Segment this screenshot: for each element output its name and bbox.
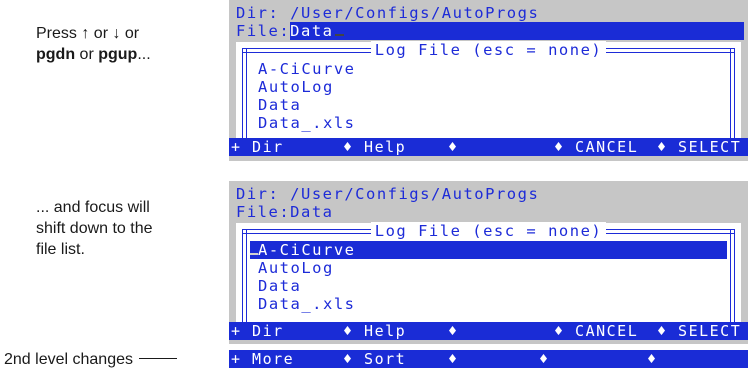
terminal-screen-2: Dir: /User/Configs/AutoProgs File:Data L… (229, 181, 748, 344)
fkey-blank[interactable]: ♦ (448, 322, 459, 340)
box-title: Log File (esc = none) (236, 222, 741, 240)
list-item[interactable]: Data_.xls (258, 295, 727, 313)
fkey-select[interactable]: ♦ SELECT (657, 322, 741, 340)
file-input[interactable]: Data (290, 22, 744, 40)
leader-line (138, 357, 177, 359)
fkey-dir[interactable]: + Dir (231, 138, 284, 156)
caption-line: ... and focus will (36, 199, 150, 216)
fkey-cancel[interactable]: ♦ CANCEL (554, 138, 638, 156)
file-list: A-CiCurve AutoLog Data Data_.xls (250, 241, 727, 313)
file-input-value: Data (290, 22, 334, 40)
box-border-right (730, 229, 735, 324)
key-pgup: pgup (98, 46, 138, 63)
function-key-bar-level1-screen2: + Dir ♦ Help ♦ ♦ CANCEL ♦ SELECT (229, 322, 748, 340)
box-title-text: Log File (esc = none) (370, 222, 607, 240)
caption-text: 2nd level changes (4, 351, 133, 368)
caption-line: Press ↑ or ↓ or (36, 25, 140, 42)
caption-line: shift down to the (36, 220, 153, 237)
file-input-row[interactable]: File:Data (236, 203, 748, 221)
instruction-caption-2: ... and focus will shift down to the fil… (36, 197, 216, 260)
file-label: File: (236, 22, 291, 40)
file-input-row[interactable]: File:Data (236, 22, 748, 40)
fkey-help[interactable]: ♦ Help (343, 138, 406, 156)
key-pgdn: pgdn (36, 46, 76, 63)
fkey-dir[interactable]: + Dir (231, 322, 284, 340)
fkey-blank[interactable]: ♦ (448, 138, 459, 156)
function-key-bar-level2: + More ♦ Sort ♦ ♦ ♦ (229, 350, 748, 368)
text-cursor (334, 34, 344, 36)
function-key-bar-level1-screen1: + Dir ♦ Help ♦ ♦ CANCEL ♦ SELECT (229, 138, 748, 156)
fkey-cancel[interactable]: ♦ CANCEL (554, 322, 638, 340)
box-border-left (242, 48, 247, 140)
list-item[interactable]: Data (258, 96, 727, 114)
instruction-caption-1: Press ↑ or ↓ or pgdn or pgup... (36, 23, 206, 65)
dir-path: Dir: /User/Configs/AutoProgs (236, 185, 540, 203)
box-title: Log File (esc = none) (236, 41, 741, 59)
fkey-blank[interactable]: ♦ (448, 350, 459, 368)
list-item-selected[interactable]: A-CiCurve (250, 241, 727, 259)
fkey-blank[interactable]: ♦ (647, 350, 658, 368)
list-item[interactable]: Data_.xls (258, 114, 727, 132)
box-border-left (242, 229, 247, 324)
fkey-help[interactable]: ♦ Help (343, 322, 406, 340)
list-item[interactable]: AutoLog (258, 259, 727, 277)
list-cursor (250, 253, 258, 255)
list-item[interactable]: Data (258, 277, 727, 295)
file-list-box: Log File (esc = none) A-CiCurve AutoLog … (236, 222, 741, 324)
list-item-label: A-CiCurve (258, 241, 356, 259)
box-border-right (730, 48, 735, 140)
fkey-sort[interactable]: ♦ Sort (343, 350, 406, 368)
file-list: A-CiCurve AutoLog Data Data_.xls (258, 60, 727, 132)
list-item[interactable]: A-CiCurve (258, 60, 727, 78)
caption-text: ... (137, 46, 151, 63)
caption-line: file list. (36, 241, 85, 258)
instruction-caption-3: 2nd level changes (4, 349, 244, 370)
fkey-select[interactable]: ♦ SELECT (657, 138, 741, 156)
terminal-screen-1: Dir: /User/Configs/AutoProgs File:Data L… (229, 0, 748, 161)
fkey-more[interactable]: + More (231, 350, 294, 368)
box-title-text: Log File (esc = none) (370, 41, 607, 59)
caption-line: pgdn or pgup... (36, 44, 206, 65)
fkey-blank[interactable]: ♦ (539, 350, 550, 368)
file-list-box: Log File (esc = none) A-CiCurve AutoLog … (236, 41, 741, 140)
dir-path: Dir: /User/Configs/AutoProgs (236, 4, 540, 22)
list-item[interactable]: AutoLog (258, 78, 727, 96)
caption-text: or (75, 46, 99, 63)
